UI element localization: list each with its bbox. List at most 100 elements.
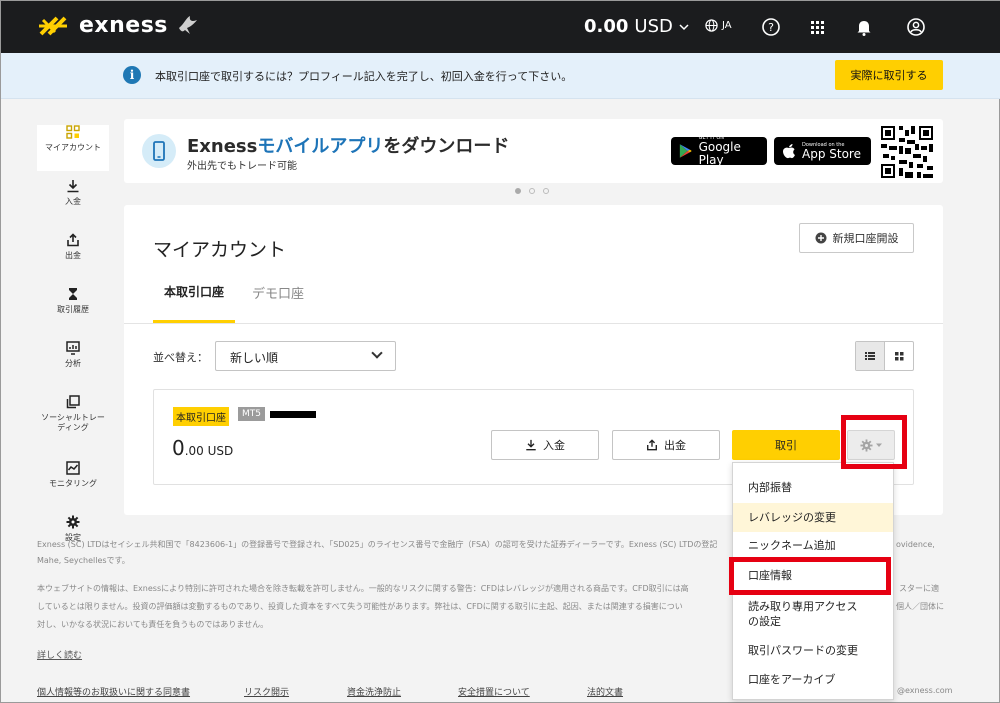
sidebar-item-label: 取引履歴 bbox=[57, 305, 89, 314]
deposit-button[interactable]: 入金 bbox=[491, 430, 599, 460]
google-play-button[interactable]: GET IT ON Google Play bbox=[671, 135, 767, 167]
sort-label: 並べ替え： bbox=[153, 351, 208, 364]
language-label: JA bbox=[722, 20, 732, 31]
svg-text:?: ? bbox=[768, 21, 774, 34]
read-more-link[interactable]: 詳しく読む bbox=[37, 648, 82, 661]
balance-selector[interactable]: 0.00 USD bbox=[584, 16, 689, 37]
account-balance-rest: .00 USD bbox=[184, 444, 234, 458]
withdraw-button[interactable]: 出金 bbox=[612, 430, 720, 460]
sidebar-item-monitoring[interactable]: モニタリング bbox=[37, 461, 109, 507]
language-selector[interactable]: JA bbox=[705, 19, 732, 32]
menu-item-read-only-access[interactable]: 読み取り専用アクセスの設定 bbox=[733, 599, 883, 629]
sidebar-item-analytics[interactable]: 分析 bbox=[37, 341, 109, 387]
page-title: マイアカウント bbox=[153, 239, 287, 261]
promo-title: Exnessモバイルアプリをダウンロード bbox=[187, 132, 509, 158]
sidebar-item-label: ソーシャルトレーディング bbox=[41, 413, 105, 432]
info-icon: i bbox=[123, 66, 141, 84]
info-banner-text: 本取引口座で取引するには？プロフィール記入を完了し、初回入金を行って下さい。 bbox=[155, 70, 573, 83]
mobile-app-promo-banner: Exnessモバイルアプリをダウンロード 外出先でもトレード可能 GET IT … bbox=[124, 119, 943, 183]
help-icon[interactable]: ? bbox=[761, 17, 781, 37]
redacted-account-number bbox=[270, 411, 316, 418]
monitoring-icon bbox=[66, 461, 80, 475]
sort-value: 新しい順 bbox=[230, 351, 279, 365]
open-new-account-button[interactable]: 新規口座開設 bbox=[799, 223, 914, 253]
menu-item-archive-account[interactable]: 口座をアーカイブ bbox=[733, 673, 893, 687]
sort-dropdown[interactable]: 新しい順 bbox=[215, 341, 396, 371]
exness-logo-icon bbox=[39, 16, 67, 35]
start-real-trading-button[interactable]: 実際に取引する bbox=[835, 60, 943, 90]
sidebar-item-social-trading[interactable]: ソーシャルトレーディング bbox=[37, 395, 109, 453]
sidebar-item-deposit[interactable]: 入金 bbox=[37, 179, 109, 225]
open-new-account-label: 新規口座開設 bbox=[832, 233, 899, 245]
sidebar-item-label: 分析 bbox=[65, 359, 81, 368]
carousel-dot[interactable] bbox=[529, 188, 535, 194]
account-balance-int: 0 bbox=[172, 436, 185, 460]
footer-risk-line: 対し、いかなる状況においても責任を負うものではありません。 bbox=[37, 620, 269, 629]
list-view-button[interactable] bbox=[856, 342, 885, 370]
footer-link-risk-disclosure[interactable]: リスク開示 bbox=[244, 685, 289, 698]
trade-button[interactable]: 取引 bbox=[732, 430, 840, 460]
exness-logo[interactable]: exness bbox=[37, 13, 200, 38]
footer-link-legal-documents[interactable]: 法的文書 bbox=[587, 685, 623, 698]
footer-risk-line: 本ウェブサイトの情報は、Exnessにより特別に許可された場合を除き転載を許可し… bbox=[37, 584, 689, 593]
phone-icon bbox=[142, 134, 176, 168]
app-store-button[interactable]: Download on the App Store bbox=[774, 137, 871, 165]
footer-risk-line-end: 個人／団体に bbox=[896, 602, 944, 611]
upload-icon bbox=[67, 233, 79, 247]
menu-item-add-nickname[interactable]: ニックネーム追加 bbox=[733, 539, 893, 553]
footer-link-privacy-consent[interactable]: 個人情報等のお取扱いに関する同意書 bbox=[37, 685, 190, 698]
sidebar-item-label: マイアカウント bbox=[45, 143, 101, 152]
carousel-dots bbox=[515, 188, 549, 194]
list-icon bbox=[865, 352, 875, 360]
deposit-label: 入金 bbox=[543, 440, 565, 452]
google-play-icon bbox=[679, 144, 692, 158]
tab-demo-account[interactable]: デモ口座 bbox=[252, 283, 304, 302]
upload-icon bbox=[647, 439, 657, 451]
carousel-dot[interactable] bbox=[515, 188, 521, 194]
account-balance: 0.00 USD bbox=[172, 436, 233, 460]
apple-icon bbox=[783, 144, 795, 159]
chevron-down-icon bbox=[371, 347, 383, 359]
sidebar-item-label: 入金 bbox=[65, 197, 81, 206]
gear-highlight-frame bbox=[841, 415, 907, 469]
user-profile-icon[interactable] bbox=[906, 17, 926, 37]
download-icon bbox=[67, 180, 79, 193]
plus-circle-icon bbox=[815, 232, 826, 244]
grid-view-button[interactable] bbox=[885, 342, 913, 370]
carousel-dot[interactable] bbox=[543, 188, 549, 194]
qr-code-icon bbox=[879, 124, 935, 180]
chevron-down-icon bbox=[679, 23, 689, 30]
footer-legal-line-end: ovidence, bbox=[896, 540, 935, 549]
footer-legal-line: Exness (SC) LTDはセイシェル共和国で「8423606-1」の登録番… bbox=[37, 540, 717, 549]
info-banner: i 本取引口座で取引するには？プロフィール記入を完了し、初回入金を行って下さい。… bbox=[1, 53, 1000, 99]
bell-icon[interactable] bbox=[854, 17, 874, 37]
copy-icon bbox=[66, 395, 80, 409]
sidebar-item-withdraw[interactable]: 出金 bbox=[37, 233, 109, 279]
menu-item-internal-transfer[interactable]: 内部振替 bbox=[733, 481, 893, 495]
promo-title-highlight: モバイルアプリ bbox=[257, 136, 384, 157]
google-play-text: Google Play bbox=[698, 140, 741, 167]
footer-risk-line: しているとは限りません。投資の評価額は変動するものであり、投資した資本をすべて失… bbox=[37, 602, 683, 611]
top-bar: exness 0.00 USD JA ? bbox=[1, 1, 1000, 53]
sidebar-item-history[interactable]: 取引履歴 bbox=[37, 287, 109, 333]
menu-item-change-trading-password[interactable]: 取引パスワードの変更 bbox=[733, 644, 893, 658]
footer-email[interactable]: @exness.com bbox=[897, 683, 952, 699]
analytics-icon bbox=[66, 341, 80, 355]
account-info-highlight-frame bbox=[729, 557, 891, 595]
apps-grid-icon[interactable] bbox=[807, 17, 827, 37]
gear-icon bbox=[66, 515, 80, 529]
dove-icon bbox=[178, 15, 197, 34]
footer-link-safety-measures[interactable]: 安全措置について bbox=[458, 685, 530, 698]
view-toggle bbox=[855, 341, 914, 371]
tab-real-account[interactable]: 本取引口座 bbox=[153, 283, 235, 300]
footer-legal-line: Mahe, Seychellesです。 bbox=[37, 556, 130, 565]
menu-item-change-leverage[interactable]: レバレッジの変更 bbox=[733, 503, 893, 532]
sidebar: マイアカウント 入金 出金 取引履歴 分析 ソーシャルトレーディング モニタリン… bbox=[37, 117, 109, 561]
hourglass-icon bbox=[69, 288, 77, 300]
footer-link-aml[interactable]: 資金洗浄防止 bbox=[347, 685, 401, 698]
balance-amount: 0.00 bbox=[584, 16, 629, 37]
tabs-divider bbox=[124, 323, 943, 324]
sidebar-item-my-account[interactable]: マイアカウント bbox=[37, 125, 109, 171]
platform-badge: MT5 bbox=[238, 407, 265, 421]
logo-text: exness bbox=[79, 13, 168, 38]
